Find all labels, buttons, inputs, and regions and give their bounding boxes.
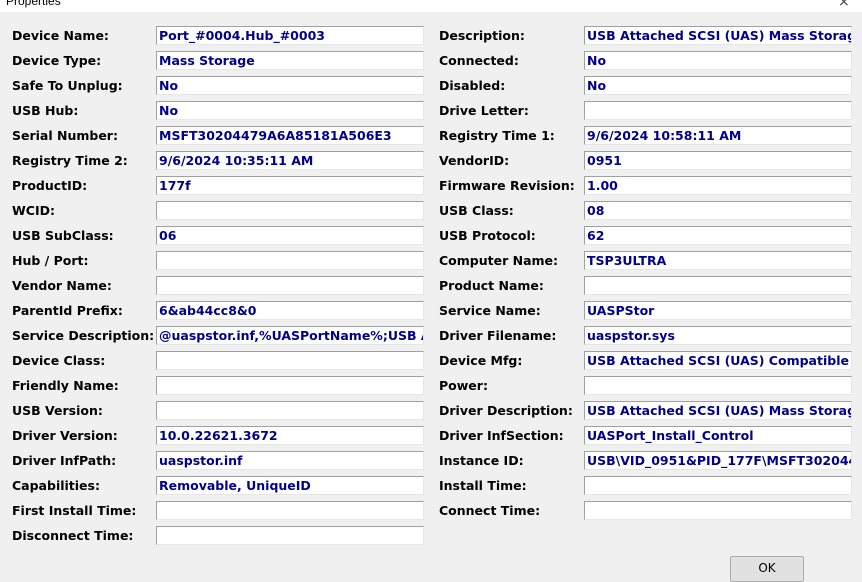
label-service-description: Service Description: [12,328,155,343]
label-connected: Connected: [439,53,519,68]
field-power[interactable] [584,376,852,395]
label-device-mfg: Device Mfg: [439,353,523,368]
label-connect-time: Connect Time: [439,503,541,518]
field-disconnect-time[interactable] [156,526,424,545]
field-driver-version[interactable]: 10.0.22621.3672 [156,426,424,445]
field-disabled[interactable]: No [584,76,852,95]
field-parentid-prefix[interactable]: 6&ab44cc8&0 [156,301,424,320]
label-driver-version: Driver Version: [12,428,118,443]
field-drive-letter[interactable] [584,101,852,120]
ok-button[interactable]: OK [730,556,804,582]
label-friendly-name: Friendly Name: [12,378,119,393]
label-device-type: Device Type: [12,53,102,68]
field-service-description[interactable]: @uaspstor.inf,%UASPortName%;USB Atta [156,326,424,345]
label-power: Power: [439,378,488,393]
label-serial-number: Serial Number: [12,128,118,143]
label-driver-description: Driver Description: [439,403,573,418]
label-vendorid: VendorID: [439,153,510,168]
label-safe-to-unplug: Safe To Unplug: [12,78,123,93]
field-friendly-name[interactable] [156,376,424,395]
label-description: Description: [439,28,525,43]
field-driver-description[interactable]: USB Attached SCSI (UAS) Mass Storage D [584,401,852,420]
field-vendor-name[interactable] [156,276,424,295]
field-connected[interactable]: No [584,51,852,70]
close-icon[interactable]: × [838,0,852,9]
field-device-type[interactable]: Mass Storage [156,51,424,70]
field-wcid[interactable] [156,201,424,220]
label-disconnect-time: Disconnect Time: [12,528,134,543]
label-productid: ProductID: [12,178,88,193]
properties-grid: Device Name: Port_#0004.Hub_#0003 Descript… [0,23,852,548]
label-registry-time-1: Registry Time 1: [439,128,555,143]
label-install-time: Install Time: [439,478,527,493]
label-driver-infpath: Driver InfPath: [12,453,117,468]
label-device-name: Device Name: [12,28,109,43]
field-serial-number[interactable]: MSFT30204479A6A85181A506E3 [156,126,424,145]
field-vendorid[interactable]: 0951 [584,151,852,170]
field-device-name[interactable]: Port_#0004.Hub_#0003 [156,26,424,45]
label-driver-filename: Driver Filename: [439,328,557,343]
label-registry-time-2: Registry Time 2: [12,153,128,168]
label-capabilities: Capabilities: [12,478,100,493]
field-usb-protocol[interactable]: 62 [584,226,852,245]
field-driver-infpath[interactable]: uaspstor.inf [156,451,424,470]
field-instance-id[interactable]: USB\VID_0951&PID_177F\MSFT3020447 [584,451,852,470]
field-registry-time-2[interactable]: 9/6/2024 10:35:11 AM [156,151,424,170]
field-productid[interactable]: 177f [156,176,424,195]
field-usb-hub[interactable]: No [156,101,424,120]
label-usb-protocol: USB Protocol: [439,228,536,243]
field-install-time[interactable] [584,476,852,495]
field-description[interactable]: USB Attached SCSI (UAS) Mass Storage D [584,26,852,45]
label-instance-id: Instance ID: [439,453,524,468]
title-bar: Properties × [0,0,862,12]
label-drive-letter: Drive Letter: [439,103,529,118]
field-driver-infsection[interactable]: UASPort_Install_Control [584,426,852,445]
label-firmware-revision: Firmware Revision: [439,178,575,193]
field-hub-port[interactable] [156,251,424,270]
field-capabilities[interactable]: Removable, UniqueID [156,476,424,495]
label-driver-infsection: Driver InfSection: [439,428,564,443]
label-usb-subclass: USB SubClass: [12,228,114,243]
label-device-class: Device Class: [12,353,106,368]
field-usb-version[interactable] [156,401,424,420]
field-firmware-revision[interactable]: 1.00 [584,176,852,195]
field-safe-to-unplug[interactable]: No [156,76,424,95]
field-connect-time[interactable] [584,501,852,520]
field-usb-subclass[interactable]: 06 [156,226,424,245]
label-disabled: Disabled: [439,78,506,93]
label-usb-class: USB Class: [439,203,514,218]
label-service-name: Service Name: [439,303,541,318]
label-vendor-name: Vendor Name: [12,278,112,293]
label-computer-name: Computer Name: [439,253,559,268]
field-usb-class[interactable]: 08 [584,201,852,220]
label-first-install-time: First Install Time: [12,503,137,518]
label-usb-version: USB Version: [12,403,103,418]
label-parentid-prefix: ParentId Prefix: [12,303,123,318]
label-hub-port: Hub / Port: [12,253,89,268]
window-title: Properties [6,0,61,8]
field-product-name[interactable] [584,276,852,295]
label-wcid: WCID: [12,203,55,218]
field-device-mfg[interactable]: USB Attached SCSI (UAS) Compatible Dev [584,351,852,370]
field-computer-name[interactable]: TSP3ULTRA [584,251,852,270]
field-device-class[interactable] [156,351,424,370]
label-usb-hub: USB Hub: [12,103,79,118]
field-service-name[interactable]: UASPStor [584,301,852,320]
field-registry-time-1[interactable]: 9/6/2024 10:58:11 AM [584,126,852,145]
field-first-install-time[interactable] [156,501,424,520]
field-driver-filename[interactable]: uaspstor.sys [584,326,852,345]
label-product-name: Product Name: [439,278,544,293]
